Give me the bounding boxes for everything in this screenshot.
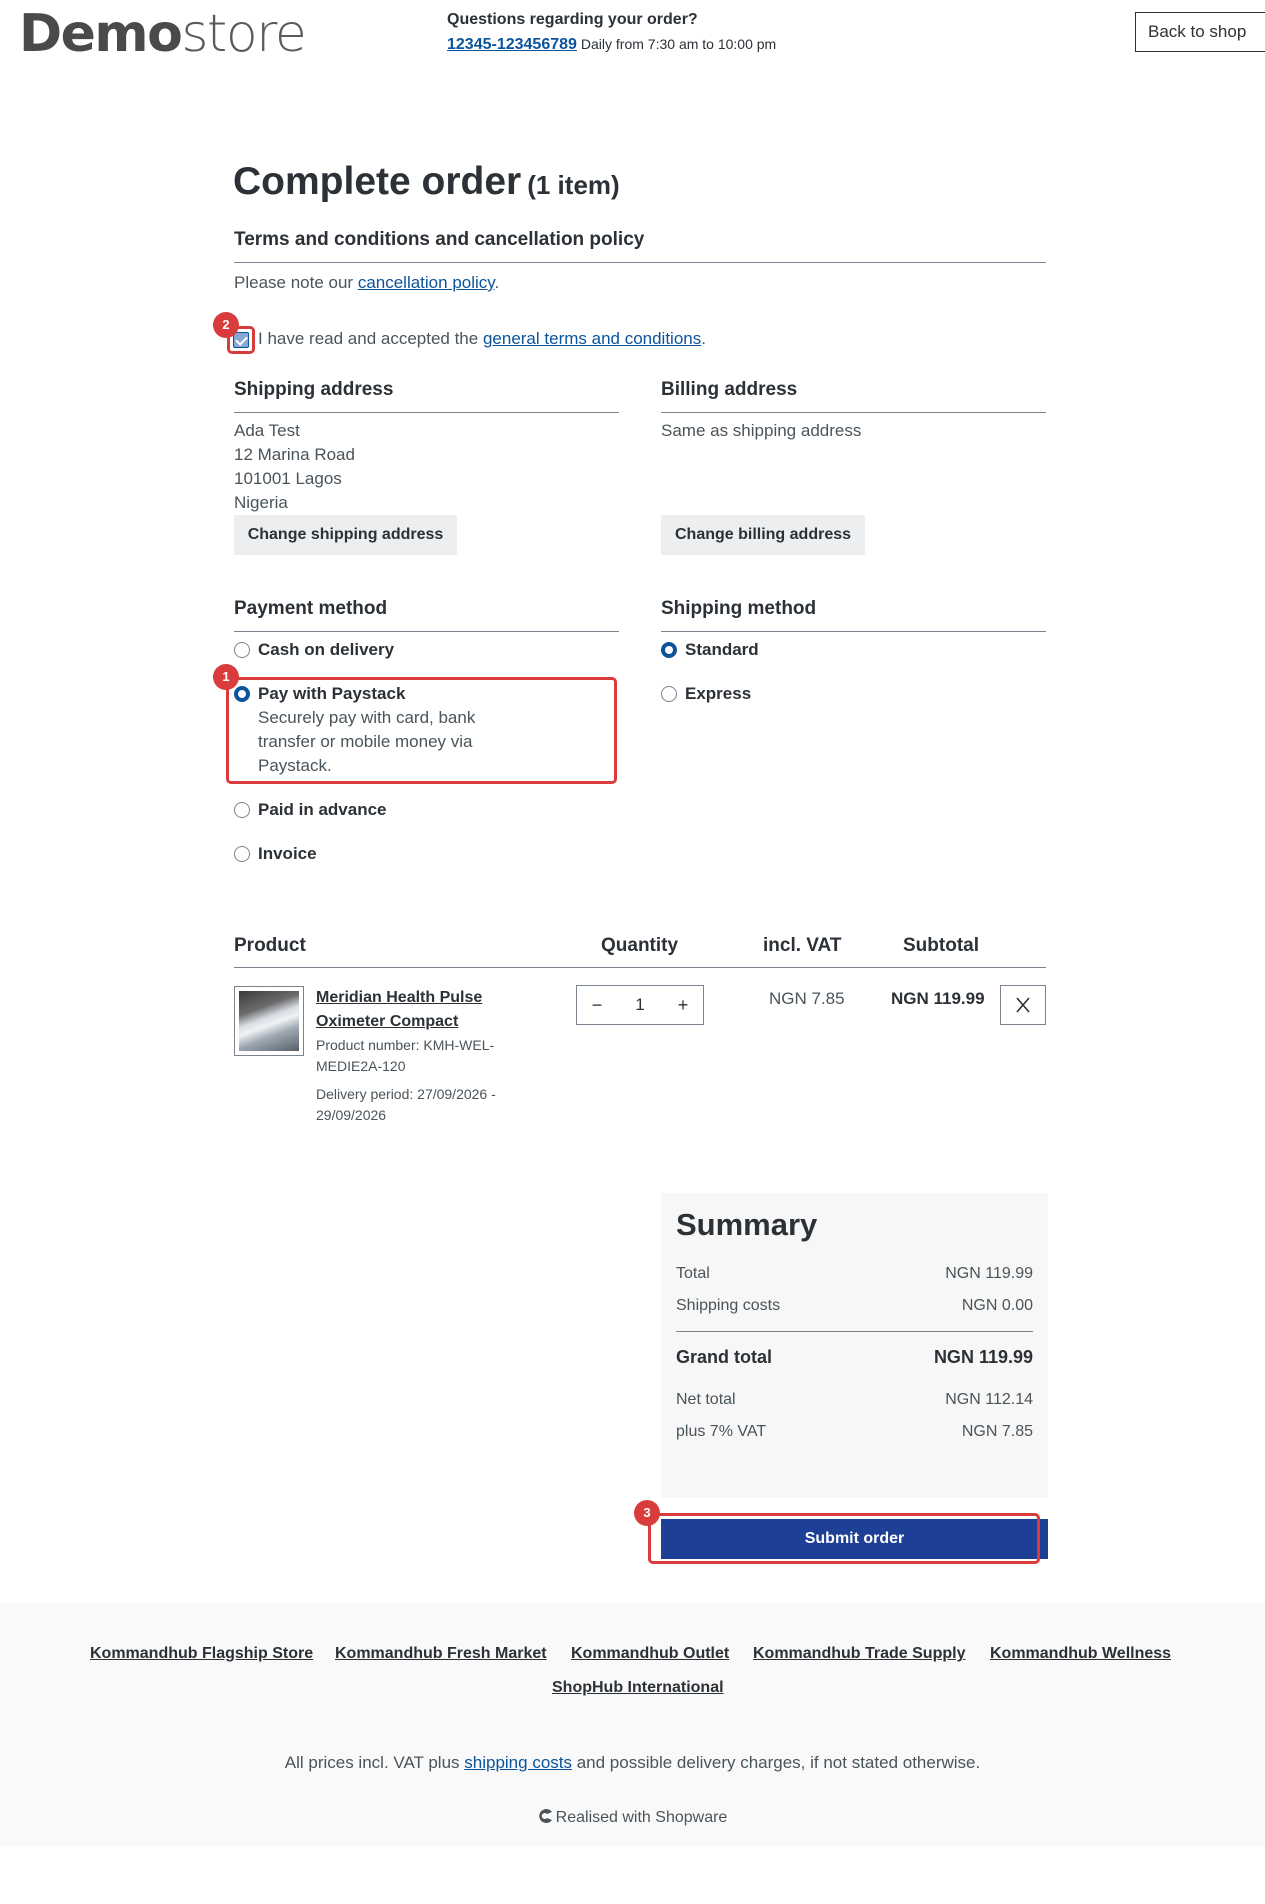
line-item-subtotal: NGN 119.99 (891, 989, 985, 1008)
shipping-radio-standard[interactable] (661, 642, 677, 658)
shopware-icon (538, 1808, 554, 1824)
footer-store-link[interactable]: Kommandhub Outlet (571, 1643, 729, 1665)
footer-store-link[interactable]: ShopHub International (552, 1677, 724, 1699)
step-badge-3: 3 (634, 1500, 660, 1526)
summary-grand-total-row: Grand total NGN 119.99 (676, 1347, 1033, 1367)
help-question: Questions regarding your order? (447, 11, 698, 28)
footer-store-link[interactable]: Kommandhub Trade Supply (753, 1643, 965, 1665)
product-image[interactable] (234, 986, 304, 1056)
back-to-shop-button[interactable]: Back to shop (1135, 12, 1265, 52)
help-hours: Daily from 7:30 am to 10:00 pm (580, 36, 777, 52)
summary-heading: Summary (676, 1207, 818, 1242)
address-line: 12 Marina Road (234, 445, 355, 464)
cancellation-policy-link[interactable]: cancellation policy (358, 273, 495, 292)
footer: Kommandhub Flagship Store Kommandhub Fre… (0, 1603, 1265, 1846)
cancellation-note: Please note our cancellation policy. (234, 273, 500, 292)
line-item-vat: NGN 7.85 (769, 989, 845, 1008)
highlight-submit (648, 1513, 1040, 1564)
column-header-subtotal: Subtotal (903, 935, 979, 956)
footer-store-link[interactable]: Kommandhub Fresh Market (335, 1643, 547, 1665)
decrease-quantity-button[interactable]: − (577, 986, 617, 1024)
payment-label-invoice[interactable]: Invoice (258, 842, 317, 866)
shipping-address: Ada Test 12 Marina Road 101001 Lagos Nig… (234, 419, 619, 515)
change-shipping-address-button[interactable]: Change shipping address (234, 515, 457, 555)
address-line: Nigeria (234, 493, 288, 512)
address-line: 101001 Lagos (234, 469, 342, 488)
footer-realised: Realised with Shopware (0, 1806, 1265, 1830)
shipping-label-express[interactable]: Express (685, 682, 751, 706)
product-number: Product number: KMH-WEL-MEDIE2A-120 (316, 1037, 495, 1074)
terms-heading: Terms and conditions and cancellation po… (234, 228, 1046, 263)
payment-method-heading: Payment method (234, 597, 619, 632)
summary-divider (676, 1331, 1033, 1332)
payment-radio-invoice[interactable] (234, 846, 250, 862)
payment-label-cash[interactable]: Cash on delivery (258, 638, 394, 662)
shipping-radio-express[interactable] (661, 686, 677, 702)
logo[interactable]: Demostore (19, 6, 307, 62)
footer-store-link[interactable]: Kommandhub Flagship Store (90, 1643, 313, 1665)
summary-shipping-row: Shipping costs NGN 0.00 (676, 1297, 1033, 1314)
summary-net-total-row: Net total NGN 112.14 (676, 1391, 1033, 1408)
footer-store-link[interactable]: Kommandhub Wellness (990, 1643, 1171, 1665)
page-title: Complete order (1 item) (233, 160, 620, 203)
column-header-vat: incl. VAT (763, 935, 842, 956)
step-badge-2: 2 (213, 312, 239, 338)
header: Demostore Questions regarding your order… (0, 0, 1265, 80)
close-icon (1016, 997, 1030, 1013)
column-header-product: Product (234, 935, 306, 956)
help-info: Questions regarding your order? 12345-12… (447, 10, 776, 55)
billing-address-heading: Billing address (661, 378, 1046, 413)
shipping-costs-link[interactable]: shipping costs (464, 1753, 572, 1772)
payment-radio-cash[interactable] (234, 642, 250, 658)
shipping-method-heading: Shipping method (661, 597, 1046, 632)
payment-label-advance[interactable]: Paid in advance (258, 798, 387, 822)
step-badge-1: 1 (213, 664, 239, 690)
terms-checkbox-label: I have read and accepted the general ter… (258, 329, 706, 348)
general-terms-link[interactable]: general terms and conditions (483, 329, 701, 348)
cart-header-rule (234, 967, 1046, 968)
quantity-value[interactable]: 1 (617, 986, 663, 1024)
summary-total-row: Total NGN 119.99 (676, 1265, 1033, 1282)
change-billing-address-button[interactable]: Change billing address (661, 515, 865, 555)
column-header-quantity: Quantity (601, 935, 679, 956)
item-count: (1 item) (527, 170, 620, 200)
footer-price-note: All prices incl. VAT plus shipping costs… (284, 1753, 981, 1772)
increase-quantity-button[interactable]: + (663, 986, 703, 1024)
delivery-period: Delivery period: 27/09/2026 - 29/09/2026 (316, 1086, 496, 1123)
shipping-address-heading: Shipping address (234, 378, 619, 413)
summary-vat-row: plus 7% VAT NGN 7.85 (676, 1423, 1033, 1440)
billing-address-text: Same as shipping address (661, 421, 862, 440)
address-line: Ada Test (234, 421, 300, 440)
shipping-label-standard[interactable]: Standard (685, 638, 759, 662)
help-phone-link[interactable]: 12345-123456789 (447, 36, 577, 53)
quantity-stepper: − 1 + (576, 985, 704, 1025)
payment-radio-advance[interactable] (234, 802, 250, 818)
remove-item-button[interactable] (1000, 985, 1046, 1025)
product-name-link[interactable]: Meridian Health Pulse Oximeter Compact (316, 986, 536, 1034)
highlight-paystack (226, 677, 617, 784)
order-summary: Summary Total NGN 119.99 Shipping costs NG… (661, 1193, 1048, 1498)
